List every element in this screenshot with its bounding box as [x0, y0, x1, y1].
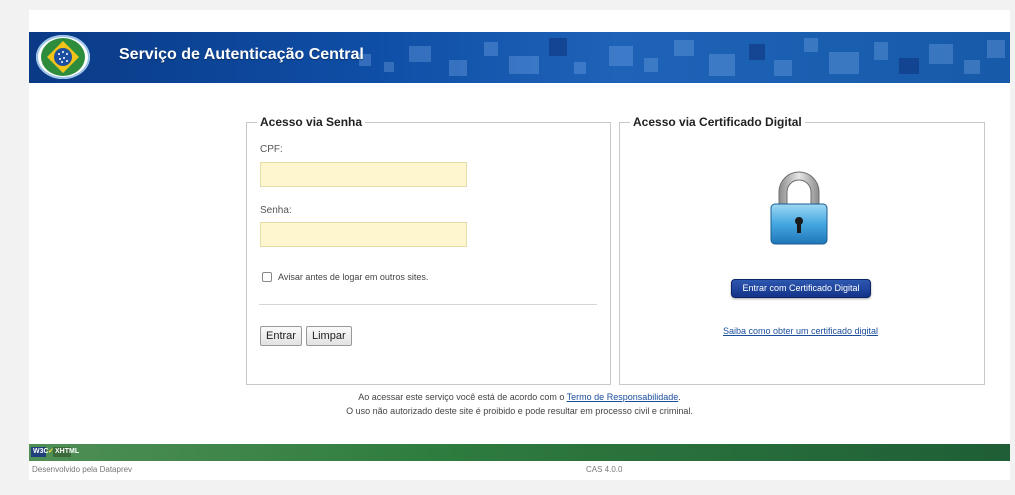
- cas-version: CAS 4.0.0: [586, 465, 623, 474]
- terms-notice-prefix: Ao acessar este serviço você está de aco…: [358, 392, 565, 402]
- password-label: Senha:: [260, 205, 292, 216]
- footer-bar: W3C ✓ XHTML: [29, 444, 1010, 461]
- lock-icon: [768, 168, 830, 248]
- developer-credit: Desenvolvido pela Dataprev: [32, 465, 133, 474]
- header-title: Serviço de Autenticação Central: [119, 46, 364, 63]
- dataprev-logo-icon: [36, 35, 90, 79]
- cpf-input[interactable]: [260, 162, 467, 187]
- password-login-legend: Acesso via Senha: [260, 115, 363, 129]
- terms-notice-suffix: .: [678, 392, 681, 402]
- certificate-login-panel: Acesso via Certificado Digital: [619, 115, 985, 385]
- warn-checkbox-label: Avisar antes de logar em outros sites.: [278, 272, 429, 282]
- cpf-label: CPF:: [260, 144, 283, 155]
- check-icon: ✓: [48, 448, 54, 455]
- warn-option[interactable]: Avisar antes de logar em outros sites.: [262, 272, 428, 282]
- clear-button[interactable]: Limpar: [306, 326, 352, 346]
- terms-link[interactable]: Termo de Responsabilidade: [567, 392, 679, 402]
- header-banner: Serviço de Autenticação Central: [29, 32, 1010, 83]
- xhtml-badge[interactable]: XHTML: [53, 447, 79, 457]
- password-input[interactable]: [260, 222, 467, 247]
- certificate-help-link[interactable]: Saiba como obter um certificado digital: [719, 326, 882, 336]
- form-divider: [259, 304, 597, 305]
- certificate-login-button[interactable]: Entrar com Certificado Digital: [731, 279, 871, 298]
- terms-notice: Ao acessar este serviço você está de aco…: [29, 392, 1010, 402]
- usage-warning: O uso não autorizado deste site é proibi…: [346, 406, 693, 416]
- page-frame: Serviço de Autenticação Central Acesso v…: [29, 10, 1010, 480]
- warn-checkbox[interactable]: [262, 272, 272, 282]
- w3c-badge[interactable]: W3C: [31, 447, 49, 457]
- login-button[interactable]: Entrar: [260, 326, 302, 346]
- certificate-login-legend: Acesso via Certificado Digital: [633, 115, 802, 129]
